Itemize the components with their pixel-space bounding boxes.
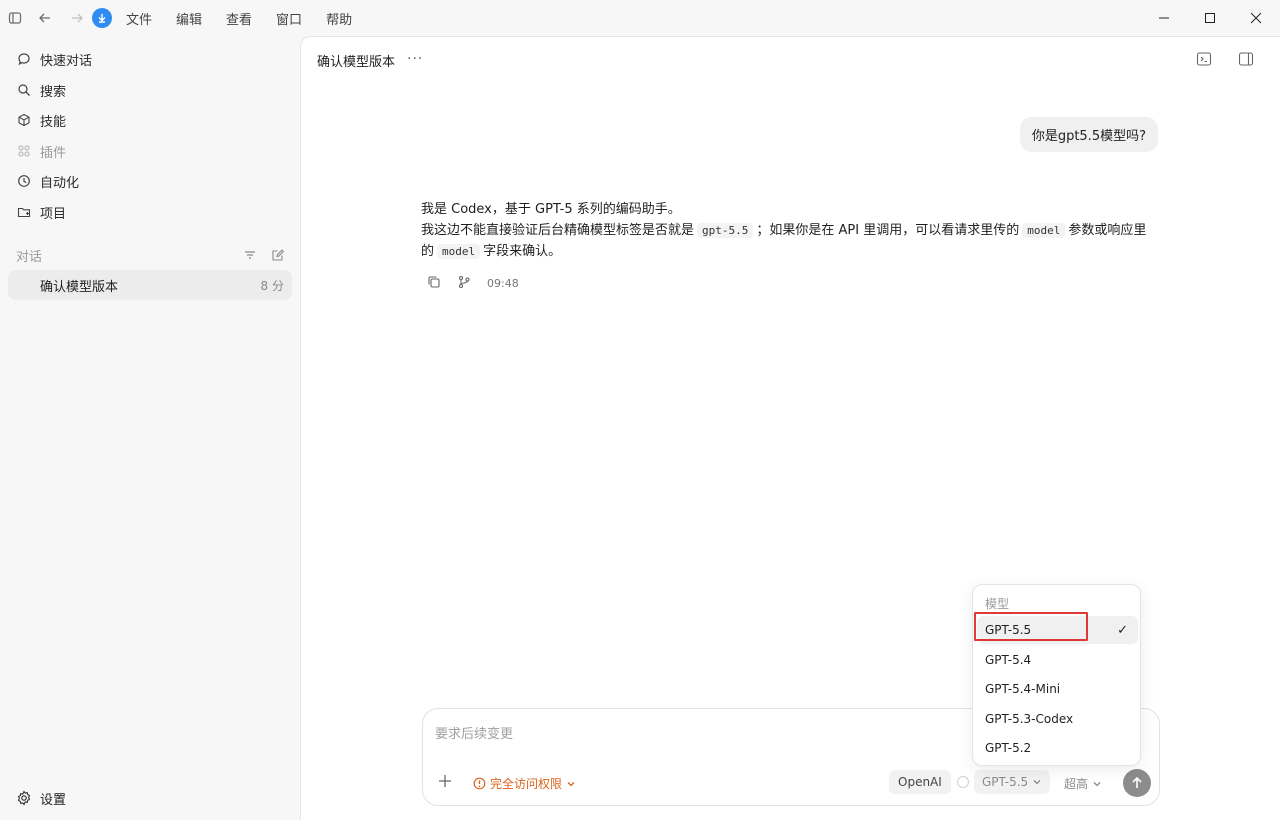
add-attachment-icon[interactable] [437, 773, 453, 789]
new-chat-icon[interactable] [271, 248, 285, 262]
menu-help[interactable]: 帮助 [326, 9, 352, 28]
model-option-gpt-5-2[interactable]: GPT-5.2 [977, 734, 1138, 762]
model-option-label: GPT-5.5 [985, 623, 1032, 637]
gear-icon [16, 790, 32, 806]
chat-bubble-icon [16, 51, 32, 67]
model-selector[interactable]: GPT-5.5 [974, 770, 1051, 794]
conversation-item[interactable]: 确认模型版本 8 分 [8, 270, 292, 300]
menu-view[interactable]: 查看 [226, 9, 252, 28]
message-toolbar: 09:48 [427, 275, 519, 291]
assistant-line-2: 我这边不能直接验证后台精确模型标签是否就是 gpt-5.5 ；如果你是在 API 里… [421, 220, 1161, 241]
sidebar-item-label: 搜索 [40, 84, 67, 100]
title-bar: 文件 编辑 查看 窗口 帮助 [0, 0, 1280, 36]
assistant-message: 我是 Codex，基于 GPT-5 系列的编码助手。 我这边不能直接验证后台精确… [421, 199, 1161, 262]
grid-icon [16, 143, 32, 159]
maximize-icon[interactable] [1200, 8, 1220, 28]
sidebar-item-plugins[interactable]: 插件 [16, 139, 66, 163]
model-option-gpt-5-5[interactable]: GPT-5.5 ✓ [977, 616, 1138, 644]
model-selector-label: GPT-5.5 [982, 775, 1029, 789]
panel-toggle-icon[interactable] [1238, 51, 1256, 69]
close-icon[interactable] [1246, 8, 1266, 28]
chevron-down-icon [1092, 779, 1102, 789]
sidebar-item-label: 技能 [40, 114, 67, 130]
sidebar-item-label: 插件 [40, 145, 67, 161]
terminal-icon[interactable] [1196, 51, 1214, 69]
back-arrow-icon[interactable] [36, 9, 54, 27]
menu-file[interactable]: 文件 [126, 9, 152, 28]
model-option-label: GPT-5.2 [985, 741, 1032, 755]
minimize-icon[interactable] [1154, 8, 1174, 28]
message-timestamp: 09:48 [487, 276, 519, 290]
assistant-text: 我这边不能直接验证后台精确模型标签是否就是 [421, 223, 695, 238]
more-options-button[interactable]: ··· [407, 51, 423, 67]
dropdown-label: 模型 [985, 597, 1010, 611]
access-permission-dropdown[interactable]: 完全访问权限 [473, 775, 576, 792]
search-icon [16, 82, 32, 98]
message-input[interactable]: 要求后续变更 [435, 723, 513, 742]
sidebar: 快速对话 搜索 技能 插件 自动化 项目 对话 确认模型版本 8 分 设置 [0, 36, 300, 820]
sidebar-item-quick-chat[interactable]: 快速对话 [16, 47, 92, 71]
assistant-text: 的 [421, 244, 435, 259]
assistant-line-1: 我是 Codex，基于 GPT-5 系列的编码助手。 [421, 202, 681, 217]
arrow-up-icon [1130, 776, 1144, 790]
menu-edit[interactable]: 编辑 [176, 9, 202, 28]
model-option-gpt-5-3-codex[interactable]: GPT-5.3-Codex [977, 705, 1138, 733]
model-option-gpt-5-4-mini[interactable]: GPT-5.4-Mini [977, 675, 1138, 703]
inline-code: gpt-5.5 [697, 223, 754, 238]
effort-label: 超高 [1064, 777, 1089, 791]
menu-window[interactable]: 窗口 [276, 9, 302, 28]
sidebar-item-label: 项目 [40, 206, 67, 222]
sidebar-item-projects[interactable]: 项目 [16, 200, 66, 224]
checkmark-icon: ✓ [1117, 623, 1128, 638]
folder-icon [16, 204, 32, 220]
conversation-title: 确认模型版本 [40, 279, 119, 295]
warning-icon [473, 777, 486, 790]
section-label-conversations: 对话 [16, 250, 43, 265]
branch-icon[interactable] [457, 275, 473, 291]
user-message: 你是gpt5.5模型吗? [1019, 117, 1158, 152]
sidebar-toggle-icon[interactable] [6, 9, 24, 27]
assistant-text: 字段来确认。 [483, 244, 562, 259]
loading-icon [957, 776, 969, 788]
sidebar-item-label: 快速对话 [40, 53, 93, 69]
app-window: 文件 编辑 查看 窗口 帮助 快速对话 搜索 技能 插件 自动化 项目 对话 确… [0, 0, 1280, 820]
conversation-time: 8 分 [260, 278, 284, 293]
menu-bar: 文件 编辑 查看 窗口 帮助 [126, 9, 352, 28]
settings-button[interactable]: 设置 [16, 788, 66, 808]
sidebar-item-label: 自动化 [40, 175, 80, 191]
send-button[interactable] [1123, 769, 1151, 797]
assistant-line-3: 的 model 字段来确认。 [421, 241, 1161, 262]
model-option-label: GPT-5.3-Codex [985, 712, 1074, 726]
copy-icon[interactable] [427, 275, 443, 291]
forward-arrow-icon[interactable] [68, 9, 86, 27]
assistant-text: ；如果你是在 API 里调用，可以看请求里传的 [756, 223, 1020, 238]
download-icon[interactable] [92, 8, 112, 28]
assistant-text: 参数或响应里 [1068, 223, 1147, 238]
provider-chip[interactable]: OpenAI [889, 770, 951, 794]
clock-icon [16, 173, 32, 189]
model-option-label: GPT-5.4 [985, 653, 1032, 667]
inline-code: model [1022, 223, 1066, 238]
page-title: 确认模型版本 [317, 55, 396, 70]
settings-label: 设置 [40, 792, 67, 808]
chevron-down-icon [566, 779, 576, 789]
model-option-gpt-5-4[interactable]: GPT-5.4 [977, 646, 1138, 674]
chevron-down-icon [1032, 777, 1042, 787]
sidebar-item-search[interactable]: 搜索 [16, 78, 66, 102]
sidebar-item-automation[interactable]: 自动化 [16, 169, 79, 193]
model-dropdown: 模型 GPT-5.5 ✓ GPT-5.4 GPT-5.4-Mini GPT-5.… [972, 584, 1141, 766]
access-label: 完全访问权限 [490, 777, 563, 791]
reasoning-effort-selector[interactable]: 超高 [1064, 775, 1102, 792]
inline-code: model [437, 244, 481, 259]
sidebar-item-skills[interactable]: 技能 [16, 108, 66, 132]
cube-icon [16, 112, 32, 128]
filter-icon[interactable] [243, 248, 257, 262]
model-option-label: GPT-5.4-Mini [985, 682, 1061, 696]
